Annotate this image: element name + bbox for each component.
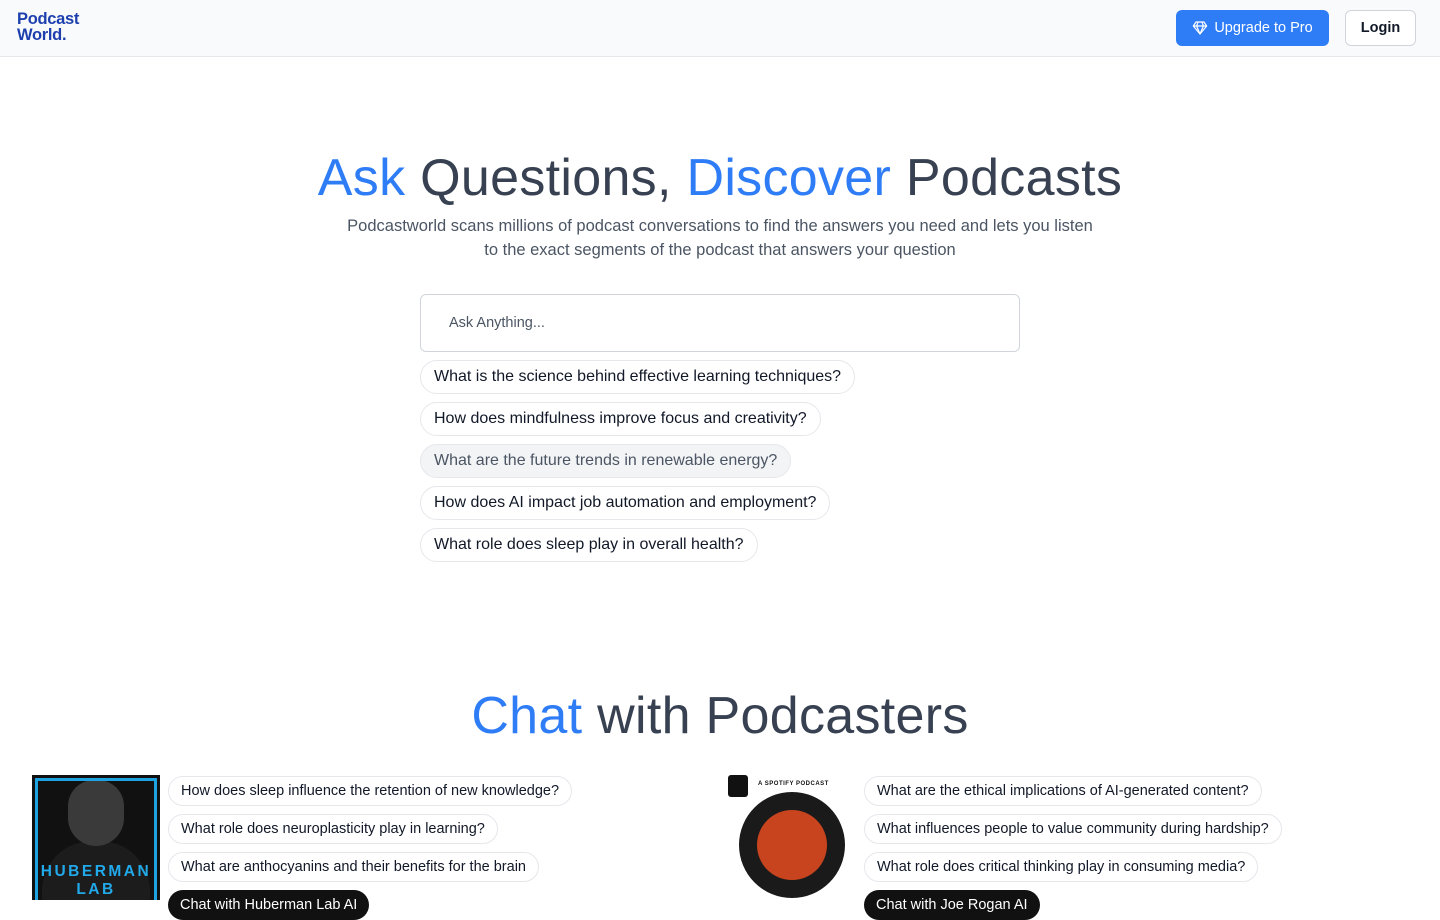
huberman-lab-cover[interactable]: HUBERMAN LAB — [32, 775, 160, 900]
search-box[interactable] — [420, 294, 1020, 352]
podcaster-questions: What are the ethical implications of AI-… — [864, 776, 1408, 920]
suggestion-chip[interactable]: What are the future trends in renewable … — [420, 444, 792, 478]
hero-title-podcasts: Podcasts — [891, 149, 1123, 207]
hero-title-ask: Ask — [317, 149, 406, 207]
suggestion-chip[interactable]: What is the science behind effective lea… — [420, 360, 856, 394]
podcaster-questions: How does sleep influence the retention o… — [168, 776, 712, 920]
podcaster-card-rogan: A SPOTIFY PODCAST What are the ethical i… — [728, 772, 1408, 920]
hero-title: Ask Questions, Discover Podcasts — [0, 148, 1440, 208]
cover-title-line1: HUBERMAN — [40, 863, 152, 880]
hero-subtitle: Podcastworld scans millions of podcast c… — [347, 217, 1093, 259]
top-nav: Podcast World. Upgrade to Pro Login — [0, 0, 1440, 57]
logo-line1: Podcast — [17, 10, 80, 28]
login-button[interactable]: Login — [1345, 10, 1416, 46]
podcaster-card-huberman: HUBERMAN LAB How does sleep influence th… — [32, 772, 712, 920]
podcaster-question-chip[interactable]: What are the ethical implications of AI-… — [864, 776, 1262, 806]
suggestion-chip[interactable]: What role does sleep play in overall hea… — [420, 528, 758, 562]
upgrade-to-pro-button[interactable]: Upgrade to Pro — [1176, 10, 1329, 46]
spotify-icon — [728, 775, 748, 797]
joe-rogan-cover[interactable]: A SPOTIFY PODCAST — [728, 775, 856, 900]
spotify-badge: A SPOTIFY PODCAST — [758, 781, 829, 787]
podcaster-question-chip[interactable]: What role does neuroplasticity play in l… — [168, 814, 498, 844]
podcaster-question-chip[interactable]: How does sleep influence the retention o… — [168, 776, 573, 806]
podcaster-question-chip[interactable]: What are anthocyanins and their benefits… — [168, 852, 539, 882]
chat-with-joe-rogan-button[interactable]: Chat with Joe Rogan AI — [864, 890, 1040, 920]
hero-title-discover: Discover — [686, 149, 892, 207]
cover-title: HUBERMAN LAB — [32, 863, 160, 899]
diamond-icon — [1193, 21, 1208, 35]
section-title: Chat with Podcasters — [0, 686, 1440, 746]
suggested-questions: What is the science behind effective lea… — [420, 360, 1020, 570]
suggestion-chip[interactable]: How does AI impact job automation and em… — [420, 486, 831, 520]
podcastworld-logo[interactable]: Podcast World. — [17, 11, 89, 45]
podcaster-question-chip[interactable]: What role does critical thinking play in… — [864, 852, 1259, 882]
podcaster-question-chip[interactable]: What influences people to value communit… — [864, 814, 1282, 844]
cover-title-line2: LAB — [76, 881, 116, 898]
section-title-chat: Chat — [471, 687, 583, 745]
ask-anything-input[interactable] — [449, 295, 1009, 351]
chat-with-huberman-button[interactable]: Chat with Huberman Lab AI — [168, 890, 370, 920]
section-title-rest: with Podcasters — [582, 687, 969, 745]
cover-face — [757, 810, 827, 880]
suggestion-chip[interactable]: How does mindfulness improve focus and c… — [420, 402, 821, 436]
hero-title-questions: Questions, — [405, 149, 687, 207]
logo-line2: World. — [17, 26, 67, 44]
upgrade-label: Upgrade to Pro — [1214, 20, 1313, 36]
